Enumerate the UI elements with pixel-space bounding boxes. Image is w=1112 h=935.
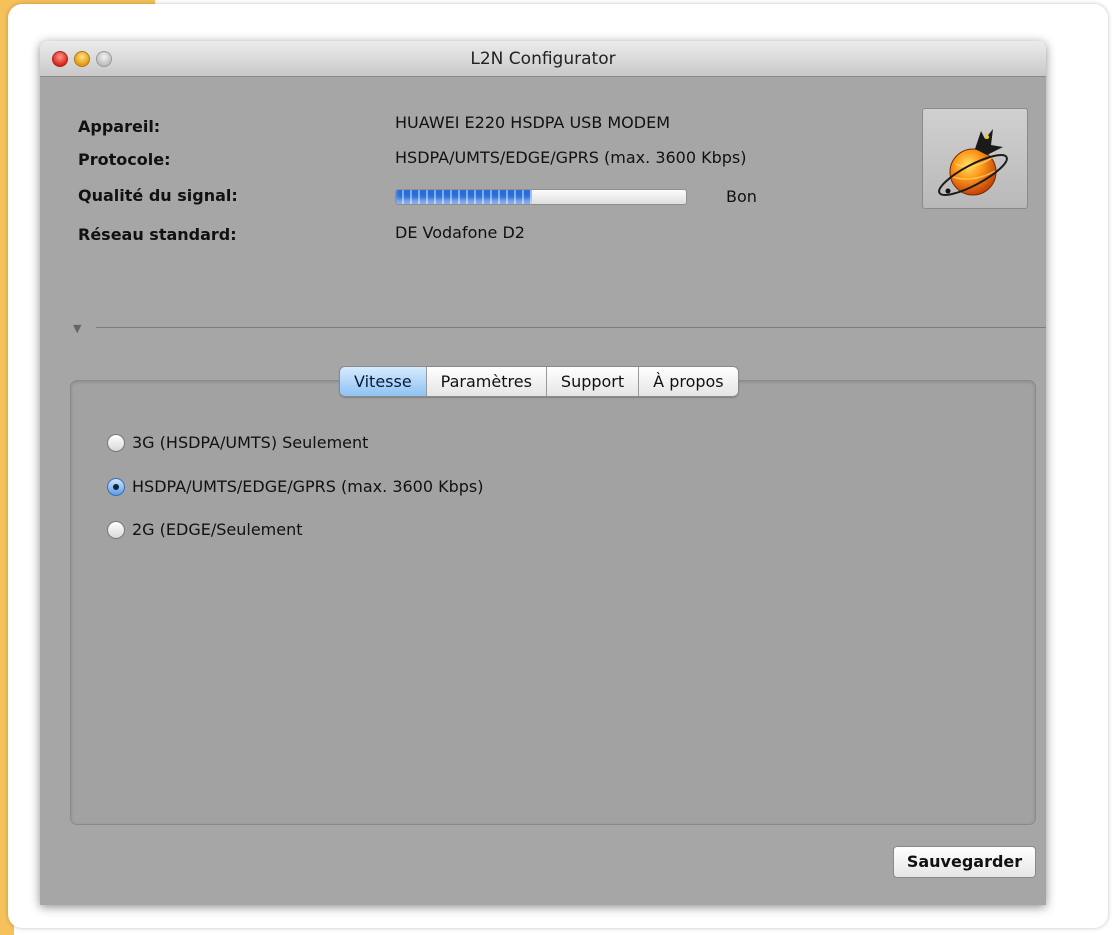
speed-option-label: 2G (EDGE/Seulement [132,520,303,539]
radio-button[interactable] [107,433,125,452]
app-logo [922,108,1028,209]
network-label: Réseau standard: [78,225,237,244]
protocol-value: HSDPA/UMTS/EDGE/GPRS (max. 3600 Kbps) [395,148,747,167]
save-button[interactable]: Sauvegarder [893,846,1036,878]
tab-bar: Vitesse Paramètres Support À propos [339,366,739,397]
tab-vitesse[interactable]: Vitesse [340,367,427,396]
signal-label: Qualité du signal: [78,186,238,205]
device-value: HUAWEI E220 HSDPA USB MODEM [395,113,671,132]
tab-content-panel: 3G (HSDPA/UMTS) Seulement HSDPA/UMTS/EDG… [70,380,1036,825]
signal-quality-text: Bon [726,187,757,206]
speed-option-label: HSDPA/UMTS/EDGE/GPRS (max. 3600 Kbps) [132,477,484,496]
speed-option-3g[interactable]: 3G (HSDPA/UMTS) Seulement [107,433,368,452]
configurator-window: L2N Configurator Appareil: HUAWEI E220 H… [40,41,1046,905]
tab-parametres[interactable]: Paramètres [426,367,547,396]
signal-quality-fill [396,190,533,204]
signal-quality-bar [395,189,687,205]
title-bar[interactable]: L2N Configurator [40,41,1046,77]
disclosure-triangle-icon[interactable]: ▼ [73,322,81,335]
speed-option-2g[interactable]: 2G (EDGE/Seulement [107,520,303,539]
speed-option-label: 3G (HSDPA/UMTS) Seulement [132,433,369,452]
window-title: L2N Configurator [470,49,616,69]
radio-button[interactable] [107,520,125,539]
globe-bird-logo-icon [938,129,1008,196]
device-label: Appareil: [78,117,161,136]
network-value: DE Vodafone D2 [395,223,525,242]
tab-support[interactable]: Support [546,367,640,396]
section-divider [96,327,1046,328]
radio-button[interactable] [107,477,125,496]
protocol-label: Protocole: [78,150,171,169]
speed-option-hsdpa[interactable]: HSDPA/UMTS/EDGE/GPRS (max. 3600 Kbps) [107,477,484,496]
tab-a-propos[interactable]: À propos [639,367,738,396]
